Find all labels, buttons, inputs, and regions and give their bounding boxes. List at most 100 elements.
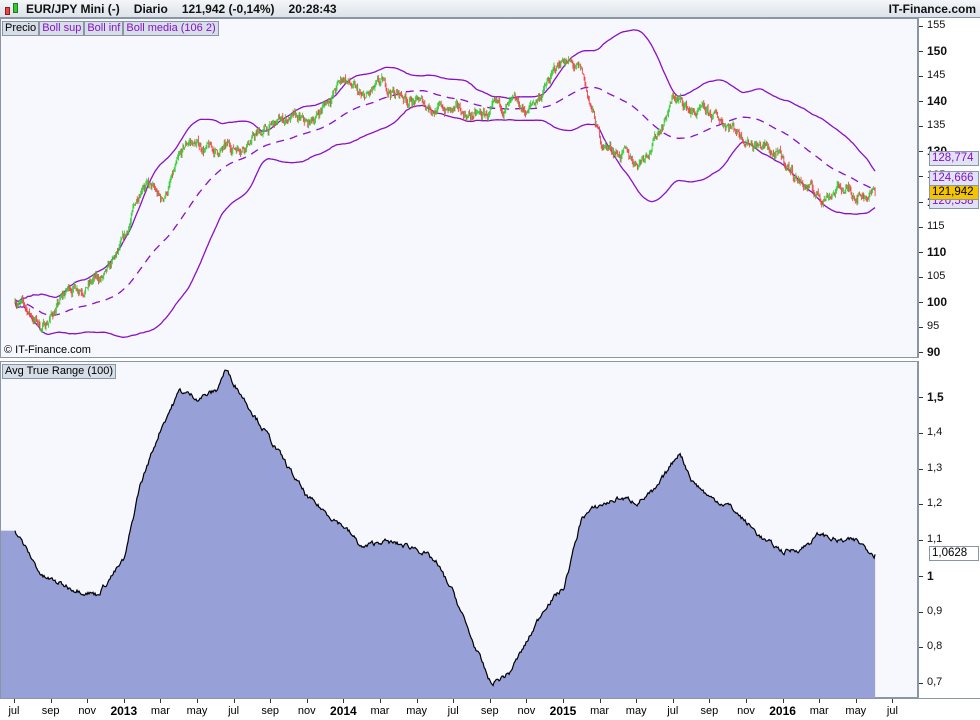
- atr-tick-mark: [919, 397, 923, 398]
- price-tick-mark: [919, 176, 923, 178]
- atr-tick: 1,2: [927, 497, 943, 510]
- time-tick-mark: [855, 699, 857, 703]
- price-tick: 90: [927, 344, 941, 359]
- atr-axis[interactable]: 1,5 1,4 1,3 1,2 1,1 1 0,9 0,8 0,7 1,0628: [918, 361, 980, 698]
- atr-last-tag: 1,0628: [929, 546, 979, 562]
- price-tick-mark: [919, 251, 923, 253]
- price-tick-mark: [919, 201, 923, 203]
- atr-tick-mark: [919, 683, 923, 684]
- legend-precio[interactable]: Precio: [2, 21, 40, 36]
- legend-boll-media[interactable]: Boll media (106 2): [123, 21, 219, 36]
- time-tick-mark: [14, 699, 15, 703]
- price-tick-mark: [919, 101, 923, 103]
- price-legend: Precio Boll sup Boll inf Boll media (106…: [2, 21, 219, 36]
- time-tick: 2016: [769, 704, 796, 718]
- price-pane[interactable]: Precio Boll sup Boll inf Boll media (106…: [0, 18, 918, 358]
- time-tick: may: [625, 705, 647, 717]
- clock: 20:28:43: [288, 1, 337, 16]
- price-tick: 150: [927, 44, 948, 59]
- time-tick: jul: [886, 705, 898, 717]
- price-tick: 95: [927, 319, 940, 332]
- atr-tick-mark: [919, 540, 923, 541]
- atr-tick: 1: [927, 568, 934, 583]
- atr-tick: 1,1: [927, 533, 943, 545]
- atr-tick: 1,4: [927, 425, 943, 438]
- time-tick: mar: [590, 705, 610, 717]
- atr-tick: 1,3: [927, 461, 943, 474]
- time-tick-mark: [380, 699, 381, 703]
- atr-tick-mark: [919, 432, 923, 434]
- atr-legend: Avg True Range (100): [2, 364, 117, 379]
- atr-tick-mark: [919, 468, 923, 470]
- price-tick: 140: [927, 94, 948, 109]
- candlestick-icon: [3, 1, 23, 17]
- time-tick-mark: [819, 699, 821, 703]
- time-tick: sep: [700, 705, 719, 717]
- time-tick: sep: [480, 705, 499, 717]
- price-tag-last: 121,942: [929, 184, 979, 200]
- legend-boll-sup[interactable]: Boll sup: [39, 21, 85, 36]
- time-tick-mark: [599, 699, 601, 703]
- atr-tick-mark: [919, 575, 923, 577]
- price-tick: 115: [927, 219, 945, 232]
- copyright: © IT-Finance.com: [4, 344, 91, 356]
- price-tick-mark: [919, 126, 923, 128]
- price-tick-mark: [919, 301, 923, 303]
- time-tick-mark: [782, 699, 784, 703]
- legend-atr[interactable]: Avg True Range (100): [2, 364, 117, 379]
- atr-tick-mark: [919, 647, 923, 649]
- time-tick-mark: [489, 699, 491, 703]
- atr-tick-mark: [919, 611, 923, 613]
- time-tick-mark: [233, 699, 235, 703]
- atr-tick: 1,5: [927, 390, 944, 404]
- symbol: EUR/JPY Mini (-): [26, 1, 120, 16]
- time-tick: sep: [41, 705, 60, 717]
- boll-upper-line: [14, 29, 876, 303]
- time-tick: may: [186, 705, 208, 717]
- time-tick-mark: [709, 699, 711, 703]
- time-tick: nov: [517, 705, 536, 717]
- time-tick-mark: [343, 699, 345, 703]
- price-tag-upper: 128,774: [929, 150, 979, 166]
- time-tick-mark: [416, 699, 418, 703]
- title-bar: EUR/JPY Mini (-) Diario 121,942 (-0,14%)…: [0, 0, 980, 18]
- price-tick: 145: [927, 69, 946, 82]
- price-tick-mark: [919, 226, 923, 228]
- price-tick: 105: [927, 269, 946, 282]
- time-tick: jul: [447, 705, 459, 717]
- price-tick-mark: [919, 326, 923, 328]
- time-axis[interactable]: jul sep nov 2013 mar may jul sep nov 2014 mar may ju…: [0, 698, 980, 720]
- period[interactable]: Diario: [134, 2, 168, 16]
- time-tick-mark: [197, 699, 198, 703]
- time-tick-mark: [123, 699, 125, 703]
- time-tick: nov: [737, 705, 755, 717]
- time-tick-mark: [453, 699, 455, 703]
- time-tick-mark: [160, 699, 162, 703]
- time-tick: nov: [78, 705, 97, 717]
- atr-chart: [1, 369, 876, 699]
- brand[interactable]: IT-Finance.com: [889, 2, 976, 16]
- atr-tick: 0,8: [927, 640, 943, 653]
- atr-tick: 0,9: [927, 604, 943, 617]
- time-tick-mark: [306, 699, 308, 703]
- atr-pane[interactable]: Avg True Range (100): [0, 361, 918, 699]
- time-tick: 2015: [549, 704, 577, 718]
- boll-middle-line: [14, 86, 876, 316]
- time-tick-mark: [270, 699, 272, 703]
- time-tick-mark: [636, 699, 638, 703]
- price-tick-mark: [919, 51, 923, 53]
- price-tick-mark: [919, 351, 923, 353]
- time-tick-mark: [87, 699, 89, 703]
- time-tick-mark: [746, 699, 747, 703]
- time-tick-mark: [563, 699, 564, 703]
- legend-boll-inf[interactable]: Boll inf: [84, 21, 124, 36]
- time-tick: may: [406, 705, 427, 717]
- price-tick-mark: [919, 26, 923, 27]
- price-tick: 155: [927, 19, 946, 31]
- price-tick: 110: [927, 244, 947, 259]
- price-axis[interactable]: 1551501451401351301251201151101051009590…: [918, 18, 980, 359]
- time-tick-mark: [672, 699, 674, 703]
- atr-tick-mark: [919, 504, 923, 506]
- time-tick-mark: [526, 699, 528, 703]
- time-tick: mar: [809, 705, 829, 717]
